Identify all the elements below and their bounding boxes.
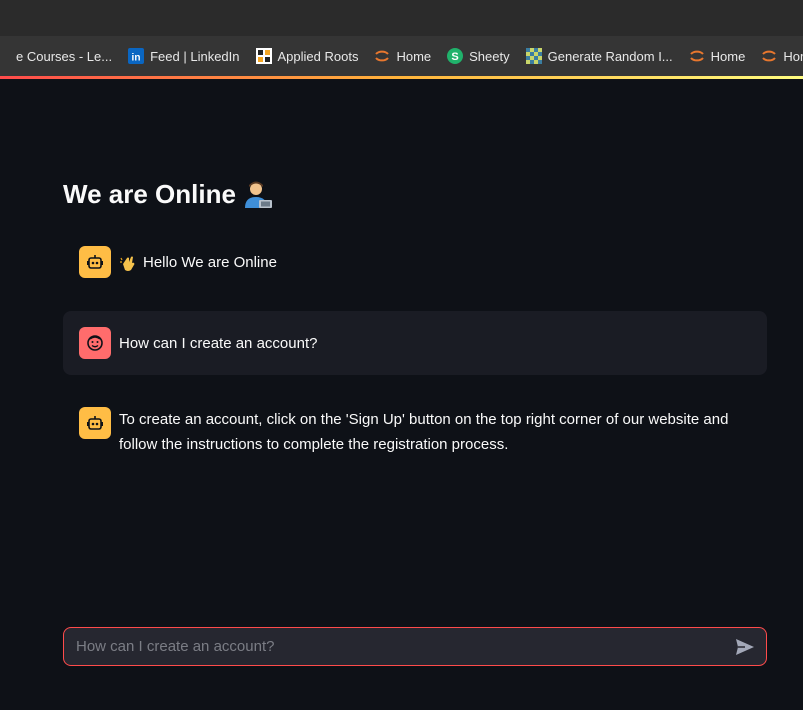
smiley-face-icon [79, 327, 111, 359]
svg-text:S: S [451, 51, 458, 63]
message-body: To create an account, click on the 'Sign… [119, 411, 729, 453]
technologist-emoji [242, 178, 274, 210]
chat-input-field[interactable] [74, 637, 734, 656]
bookmark-generate-random[interactable]: Generate Random I... [525, 48, 673, 64]
applied-roots-icon [255, 48, 272, 64]
sheety-icon: S [447, 48, 464, 64]
bookmark-label: Applied Roots [277, 48, 359, 64]
bookmark-applied-roots[interactable]: Applied Roots [255, 48, 359, 64]
orange-arc-icon [761, 48, 777, 64]
bookmark-label: e Courses - Le... [16, 48, 113, 64]
course-icon [0, 48, 10, 64]
orange-arc-icon [689, 48, 705, 64]
bookmark-label: Home [710, 48, 746, 64]
robot-icon [79, 246, 111, 278]
page-title: We are Online [63, 178, 274, 210]
app-header-decoration [0, 76, 803, 79]
bookmark-label: Generate Random I... [547, 48, 673, 64]
svg-text:in: in [132, 53, 141, 64]
bookmark-sheety[interactable]: S Sheety [447, 48, 510, 64]
bookmark-courses[interactable]: e Courses - Le... [0, 48, 112, 64]
message-body: How can I create an account? [119, 334, 318, 352]
bookmark-label: Home [396, 48, 432, 64]
chat-message-text: Hello We are Online [119, 250, 277, 275]
chat-message-user: How can I create an account? [63, 311, 767, 375]
linkedin-icon: in [128, 48, 145, 64]
send-icon[interactable] [734, 636, 756, 658]
chat-input [63, 627, 767, 666]
waving-hand-emoji [119, 254, 137, 272]
chat-message-assistant: Hello We are Online [63, 246, 767, 278]
chat-message-assistant: To create an account, click on the 'Sign… [63, 407, 767, 457]
robot-icon [79, 407, 111, 439]
checker-icon [525, 48, 542, 64]
orange-arc-icon [374, 48, 390, 64]
message-body: Hello We are Online [143, 254, 277, 271]
bookmark-home-page[interactable]: Home Page - Se [761, 48, 803, 64]
bookmark-linkedin[interactable]: in Feed | LinkedIn [128, 48, 240, 64]
bookmark-label: Feed | LinkedIn [150, 48, 240, 64]
browser-title-bar [0, 0, 803, 36]
bookmark-home-2[interactable]: Home [689, 48, 746, 64]
bookmark-label: Sheety [469, 48, 510, 64]
bookmark-label: Home Page - Se [783, 48, 803, 64]
bookmarks-bar: e Courses - Le... in Feed | LinkedIn App… [0, 36, 803, 76]
bookmark-home-1[interactable]: Home [374, 48, 431, 64]
page-title-text: We are Online [63, 178, 236, 209]
